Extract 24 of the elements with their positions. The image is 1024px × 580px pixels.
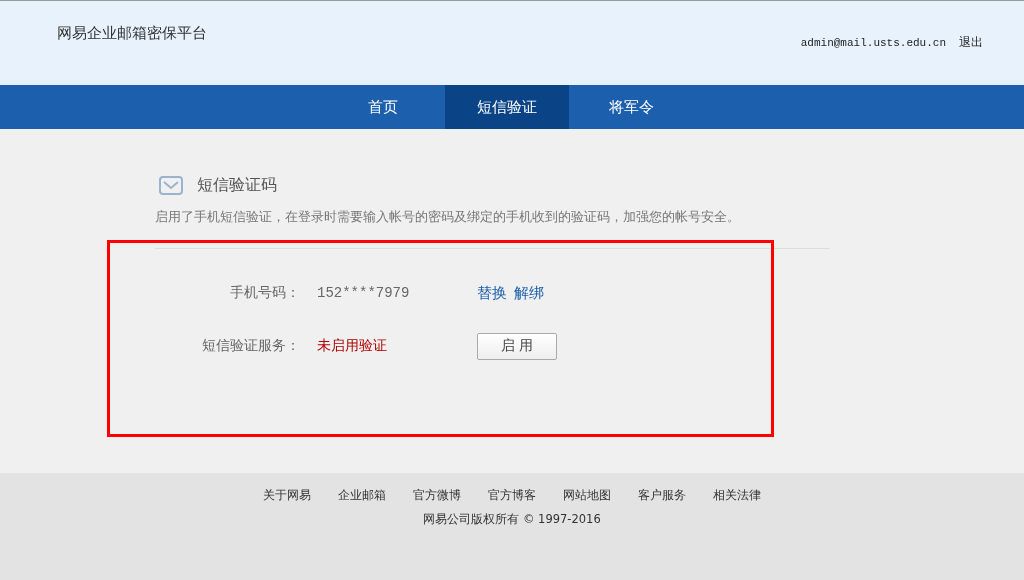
action-link[interactable]: 解绑	[514, 283, 544, 303]
footer-link[interactable]: 网站地图	[563, 487, 611, 504]
service-status: 未启用验证	[317, 337, 388, 355]
footer-link[interactable]: 官方微博	[413, 487, 461, 504]
section-title: 短信验证码	[197, 175, 277, 196]
logout-link[interactable]: 退出	[959, 34, 983, 51]
enable-button[interactable]: 启 用	[477, 332, 557, 360]
field-label: 手机号码：	[229, 284, 300, 302]
footer-link[interactable]: 关于网易	[263, 487, 311, 504]
nav-tab[interactable]: 短信验证	[445, 85, 569, 129]
nav-tab[interactable]: 将军令	[569, 85, 693, 129]
footer-link[interactable]: 企业邮箱	[338, 487, 386, 504]
action-link[interactable]: 替换	[477, 283, 507, 303]
phone-number: 152****7979	[317, 285, 411, 301]
section-description: 启用了手机短信验证，在登录时需要输入帐号的密码及绑定的手机收到的验证码，加强您的帐号安全。	[155, 209, 741, 226]
footer-link[interactable]: 相关法律	[713, 487, 761, 504]
footer-link[interactable]: 客户服务	[638, 487, 686, 504]
site-title: 网易企业邮箱密保平台	[56, 23, 207, 44]
copyright-text: 网易公司版权所有 © 1997-2016	[423, 512, 601, 527]
account-email: admin@mail.usts.edu.cn	[800, 37, 946, 49]
footer-link[interactable]: 官方博客	[488, 487, 536, 504]
nav-tab[interactable]: 首页	[321, 85, 445, 129]
field-label: 短信验证服务：	[201, 337, 300, 355]
envelope-icon	[159, 176, 183, 195]
